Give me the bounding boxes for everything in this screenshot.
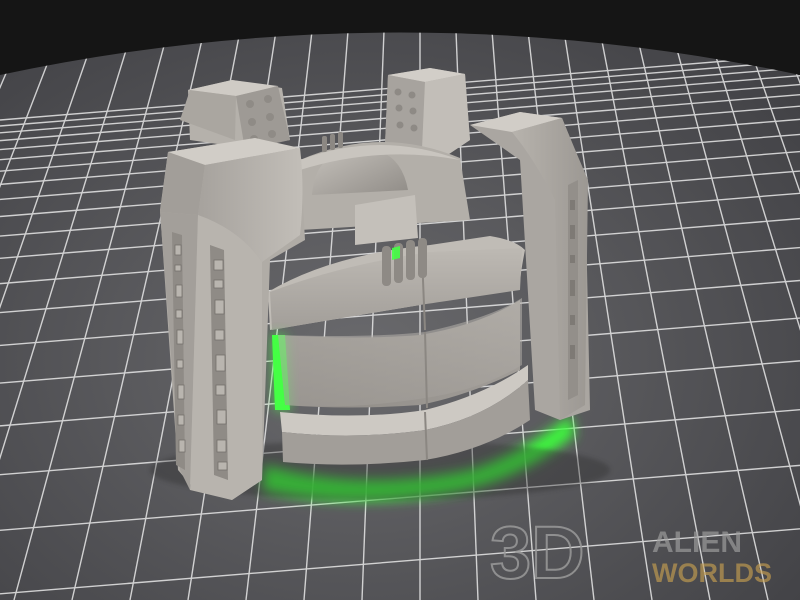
watermark-line1: ALIEN bbox=[652, 526, 742, 559]
back-left-pillar bbox=[180, 80, 290, 150]
watermark-logo-mark: 3D bbox=[490, 511, 585, 594]
render-viewport: 3D ALIEN WORLDS bbox=[0, 0, 800, 600]
watermark-line2: WORLDS bbox=[652, 558, 772, 588]
scene-svg: 3D ALIEN WORLDS bbox=[0, 0, 800, 600]
